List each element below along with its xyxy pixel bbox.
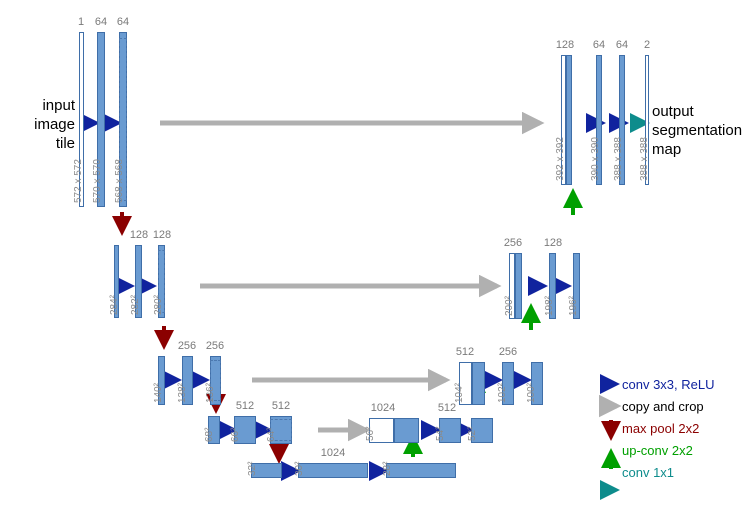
size-label: 388 x 388	[639, 137, 650, 181]
feature-block-l2-r1	[515, 253, 522, 319]
size-label: 388 x 388	[613, 137, 624, 181]
feature-block-l5-b	[298, 463, 368, 478]
channel-label: 512	[455, 346, 475, 358]
feature-block-l3-r1	[472, 362, 485, 405]
channel-label: 64	[116, 16, 130, 28]
size-label: 54²	[435, 426, 446, 441]
feature-block-l5-c	[386, 463, 456, 478]
size-label: 28²	[382, 461, 393, 476]
input-label-line: image	[34, 116, 75, 133]
output-label: output segmentation map	[652, 102, 752, 159]
channel-label: 512	[235, 400, 255, 412]
size-label: 138²	[177, 382, 188, 403]
channel-label: 1024	[320, 447, 346, 459]
channel-label: 1024	[370, 402, 396, 414]
size-label: 198²	[544, 295, 555, 316]
size-label: 104²	[454, 382, 465, 403]
channel-label: 512	[271, 400, 291, 412]
size-label: 196²	[568, 295, 579, 316]
input-label-line: tile	[55, 135, 75, 152]
size-label: 56²	[365, 426, 376, 441]
feature-block-l4-r1	[394, 418, 419, 443]
channel-label: 128	[555, 39, 575, 51]
channel-label: 128	[152, 229, 172, 241]
output-label-line: output	[652, 103, 694, 120]
channel-label: 2	[643, 39, 651, 51]
channel-label: 64	[94, 16, 108, 28]
channel-label: 1	[77, 16, 85, 28]
size-label: 390 x 390	[590, 137, 601, 181]
legend-item-conv3x3: conv 3x3, ReLU	[622, 377, 715, 392]
unet-diagram: 1 64 64 572 x 572 570 x 570 568 x 568 in…	[0, 0, 755, 509]
size-label: 32²	[247, 461, 258, 476]
size-label: 392 x 392	[555, 137, 566, 181]
size-label: 52²	[467, 426, 478, 441]
channel-label: 64	[615, 39, 629, 51]
channel-label: 64	[592, 39, 606, 51]
legend-item-upconv: up-conv 2x2	[622, 443, 693, 458]
size-label: 100²	[526, 382, 537, 403]
size-label: 280²	[153, 294, 164, 315]
legend-icons	[599, 374, 622, 500]
input-label: input image tile	[33, 96, 75, 153]
output-label-line: map	[652, 141, 682, 158]
channel-label: 256	[177, 340, 197, 352]
channel-label: 256	[498, 346, 518, 358]
size-label: 200²	[504, 295, 515, 316]
feature-block-l1-r1	[566, 55, 572, 185]
size-label: 284²	[109, 294, 120, 315]
size-label: 30²	[294, 461, 305, 476]
size-label: 68²	[204, 427, 215, 442]
legend-item-conv1x1: conv 1x1	[622, 465, 675, 480]
size-label: 102²	[497, 382, 508, 403]
channel-label: 256	[205, 340, 225, 352]
legend-item-maxpool: max pool 2x2	[622, 421, 700, 436]
legend-item-copycrop: copy and crop	[622, 399, 704, 414]
channel-label: 512	[437, 402, 457, 414]
size-label: 64²	[266, 427, 277, 442]
size-label: 568 x 568	[114, 159, 125, 203]
input-label-line: input	[42, 97, 75, 114]
size-label: 136²	[205, 382, 216, 403]
output-label-line: segmentation	[652, 122, 743, 139]
upconv-arrows	[403, 188, 583, 457]
size-label: 66²	[230, 427, 241, 442]
size-label: 570 x 570	[92, 159, 103, 203]
size-label: 572 x 572	[73, 159, 84, 203]
size-label: 140²	[153, 382, 164, 403]
channel-label: 128	[543, 237, 563, 249]
channel-label: 256	[503, 237, 523, 249]
size-label: 282²	[130, 294, 141, 315]
